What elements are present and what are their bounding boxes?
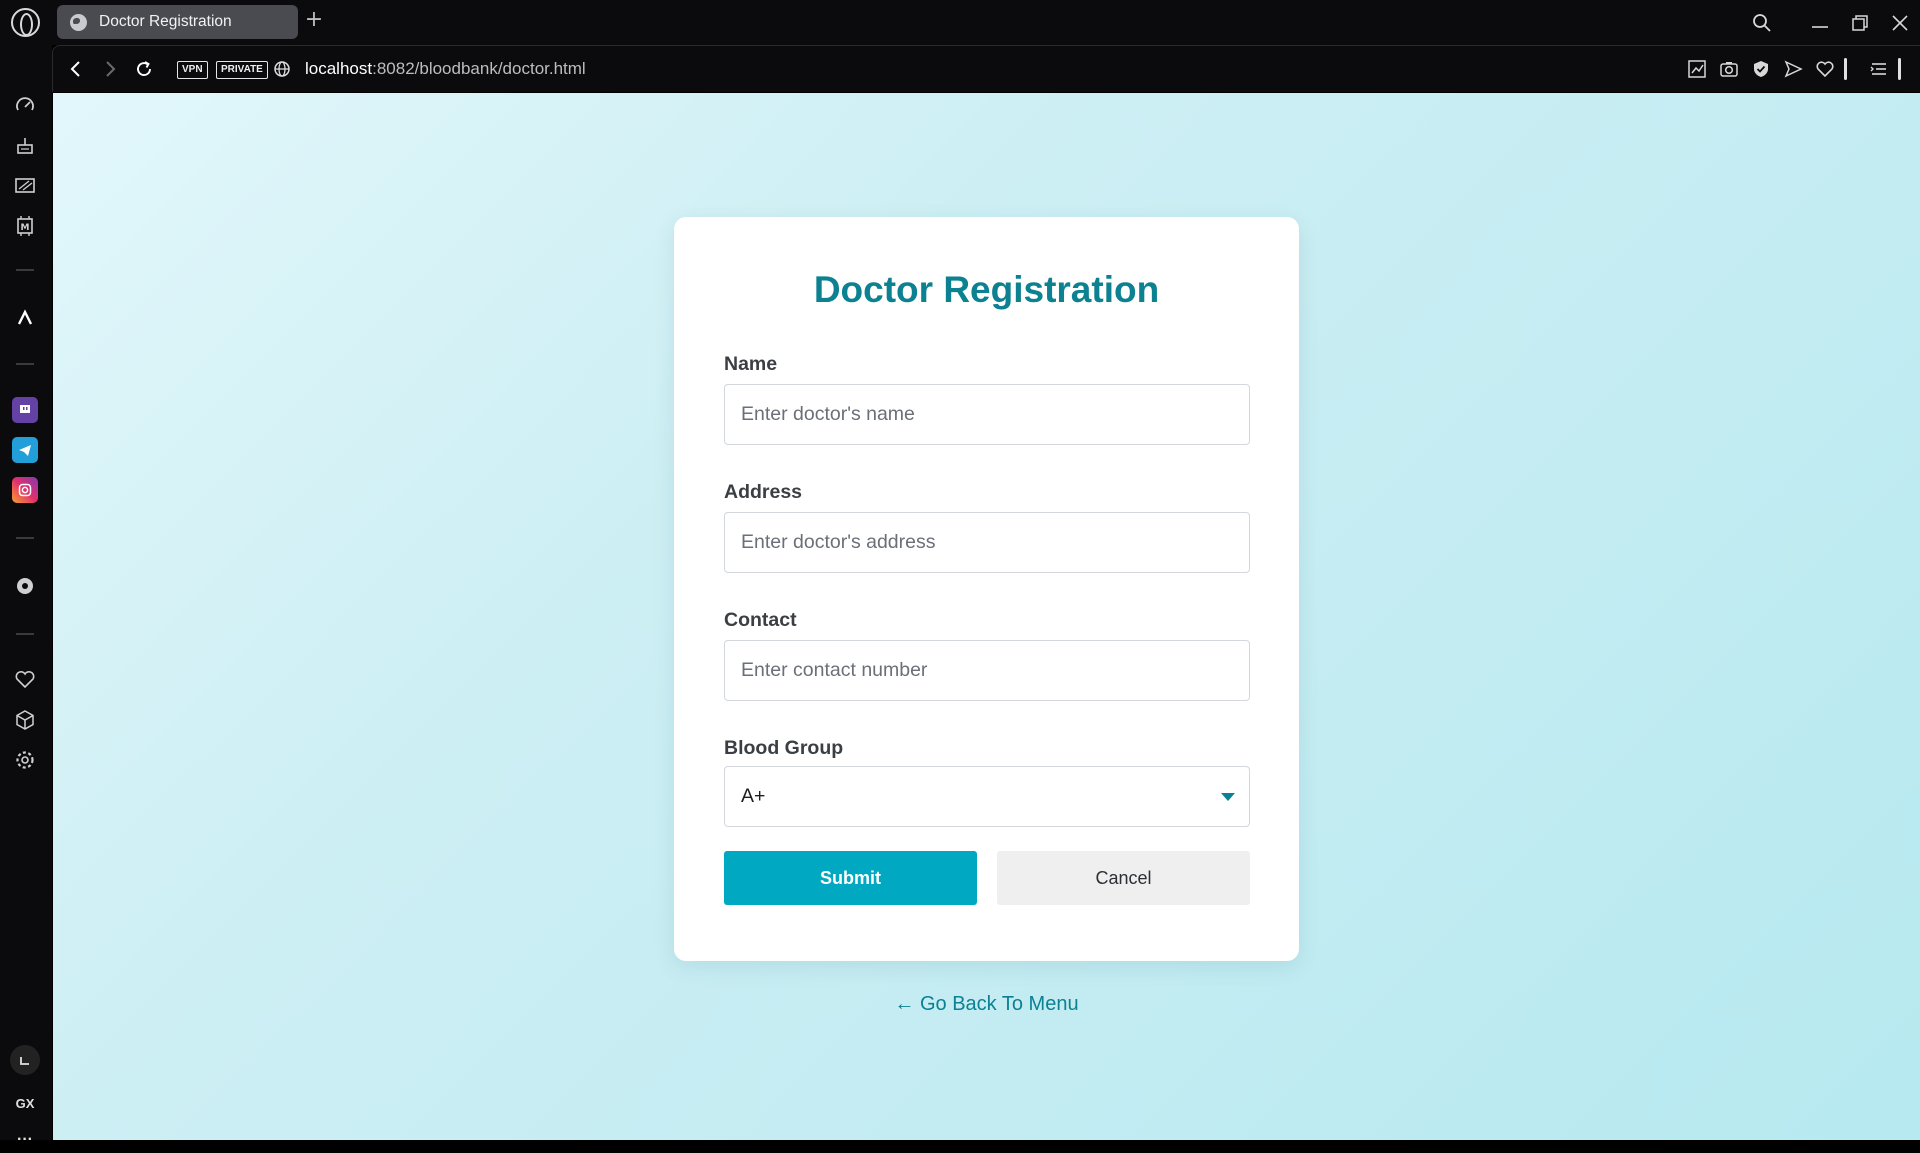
aria-icon[interactable]: [12, 305, 38, 331]
instagram-icon[interactable]: [12, 477, 38, 503]
page-title: Doctor Registration: [813, 269, 1160, 310]
url-field[interactable]: localhost:8082/bloodbank/doctor.html: [305, 59, 586, 79]
minimize-icon[interactable]: [1800, 0, 1840, 45]
blood-group-selected-value: A+: [741, 785, 766, 807]
adblock-shield-icon[interactable]: [1749, 57, 1773, 81]
toolbar-divider: [1841, 57, 1849, 81]
performance-icon[interactable]: [12, 173, 38, 199]
tab-doctor-registration[interactable]: Doctor Registration: [57, 5, 298, 39]
blood-group-select[interactable]: A+: [724, 766, 1250, 827]
cancel-button[interactable]: Cancel: [997, 851, 1250, 905]
opera-logo-icon[interactable]: [11, 8, 40, 37]
contact-input[interactable]: [724, 640, 1250, 701]
url-host: localhost: [305, 59, 373, 78]
browser-titlebar: Doctor Registration +: [0, 0, 1920, 45]
tab-title: Doctor Registration: [99, 13, 232, 30]
bookmark-heart-icon[interactable]: [1813, 57, 1837, 81]
heart-icon[interactable]: [12, 667, 38, 693]
address-input[interactable]: [724, 512, 1250, 573]
toolbar-scroll-handle[interactable]: [1895, 57, 1903, 81]
reload-icon[interactable]: [131, 56, 157, 82]
go-back-to-menu-link[interactable]: ← Go Back To Menu: [53, 993, 1920, 1016]
blood-group-label: Blood Group: [724, 737, 844, 759]
forward-arrow-icon[interactable]: [97, 56, 123, 82]
gx-control-icon[interactable]: [10, 1045, 40, 1075]
new-tab-button[interactable]: +: [303, 9, 325, 31]
name-input[interactable]: [724, 384, 1250, 445]
address-label: Address: [724, 481, 803, 503]
url-path: :8082/bloodbank/doctor.html: [372, 59, 586, 78]
sidebar-divider: [16, 363, 34, 365]
send-icon[interactable]: [1781, 57, 1805, 81]
settings-gear-icon[interactable]: [12, 747, 38, 773]
sidebar-divider: [16, 537, 34, 539]
more-options-icon[interactable]: ···: [12, 1127, 38, 1153]
address-toolbar: VPN PRIVATE localhost:8082/bloodbank/doc…: [52, 45, 1920, 92]
search-tabs-icon[interactable]: [1742, 0, 1782, 45]
twitch-icon[interactable]: [12, 397, 38, 423]
vpn-badge[interactable]: VPN: [177, 61, 208, 79]
snapshot-edit-icon[interactable]: [1685, 57, 1709, 81]
contact-label: Contact: [724, 609, 797, 631]
camera-icon[interactable]: [1717, 57, 1741, 81]
page-content: Doctor Registration Name Address Contact…: [53, 93, 1920, 1140]
easy-setup-menu-icon[interactable]: [1867, 57, 1891, 81]
speed-dial-icon[interactable]: [12, 93, 38, 119]
gx-label[interactable]: GX: [12, 1090, 38, 1116]
sidebar-divider: [16, 633, 34, 635]
browser-sidebar: M GX ···: [0, 45, 52, 1148]
restore-icon[interactable]: [1840, 0, 1880, 45]
memory-icon[interactable]: M: [12, 213, 38, 239]
site-info-globe-icon[interactable]: [271, 58, 293, 80]
registration-card: Doctor Registration Name Address Contact…: [674, 217, 1299, 961]
globe-favicon-icon: [70, 13, 87, 31]
telegram-icon[interactable]: [12, 437, 38, 463]
back-arrow-icon[interactable]: [63, 56, 89, 82]
extensions-cube-icon[interactable]: [12, 707, 38, 733]
name-label: Name: [724, 353, 778, 375]
dropdown-arrow-icon: [1221, 793, 1235, 801]
close-window-icon[interactable]: [1880, 0, 1920, 45]
player-icon[interactable]: [12, 573, 38, 599]
cleaner-icon[interactable]: [12, 133, 38, 159]
svg-text:M: M: [21, 223, 30, 233]
submit-button[interactable]: Submit: [724, 851, 977, 905]
private-badge: PRIVATE: [216, 61, 268, 79]
sidebar-divider: [16, 269, 34, 271]
